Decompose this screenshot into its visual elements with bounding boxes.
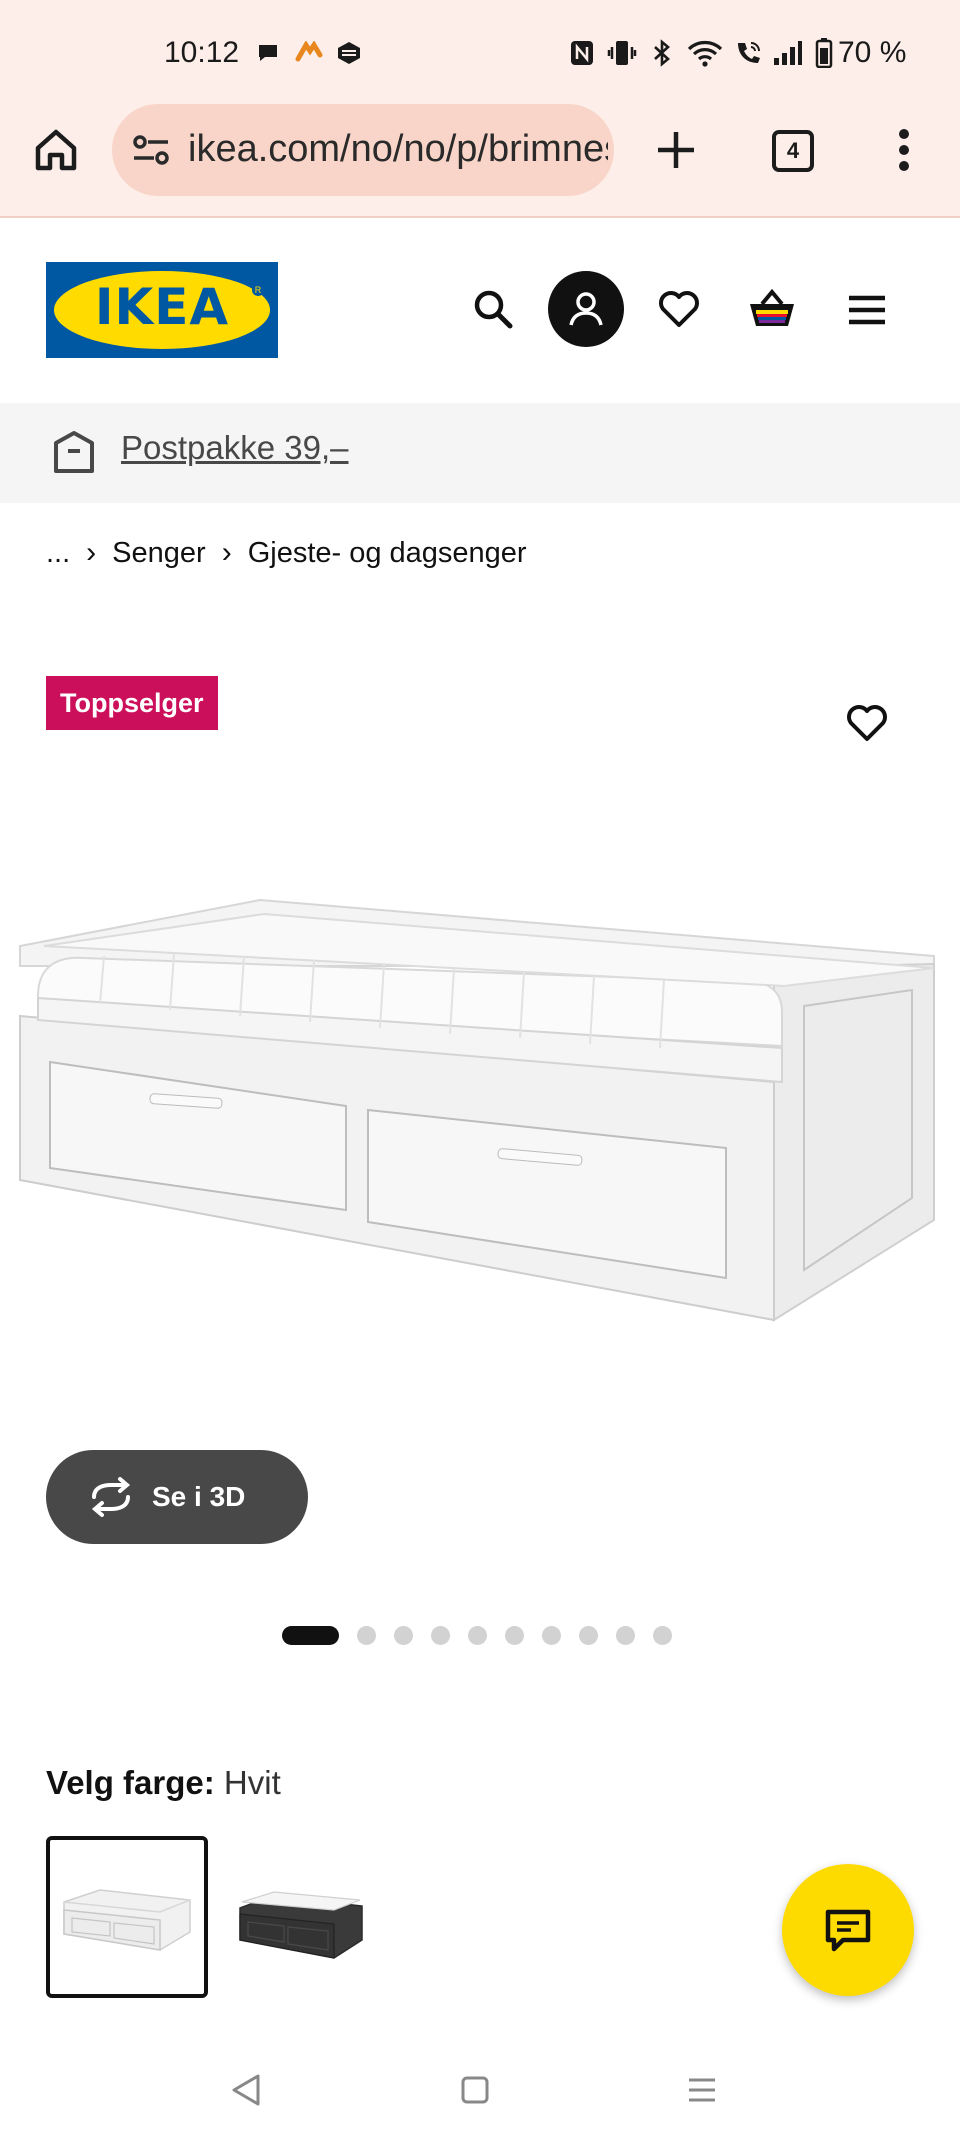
color-swatch-white[interactable]: [46, 1836, 208, 1998]
topseller-badge: Toppselger: [46, 676, 218, 730]
chat-bubble-icon: [254, 36, 282, 70]
bluetooth-icon: [648, 36, 676, 70]
view-3d-button[interactable]: Se i 3D: [46, 1450, 308, 1544]
vibrate-icon: [606, 36, 638, 70]
breadcrumb: ... › Senger › Gjeste- og dagsenger: [46, 536, 527, 570]
color-swatch-black[interactable]: [230, 1840, 376, 1998]
delivery-link[interactable]: Postpakke 39,–: [121, 429, 349, 467]
tabs-icon[interactable]: 4: [772, 130, 814, 172]
app-notification-icon: [334, 36, 364, 70]
color-label: Velg farge:: [46, 1764, 215, 1801]
carousel-dot[interactable]: [468, 1625, 487, 1645]
cart-icon[interactable]: [746, 284, 798, 336]
app-notification-icon: [292, 36, 326, 70]
product-image[interactable]: [14, 886, 946, 1326]
carousel-indicator: [282, 1624, 690, 1646]
breadcrumb-ellipsis[interactable]: ...: [46, 537, 70, 570]
signal-icon: [772, 36, 804, 70]
color-value: Hvit: [223, 1764, 281, 1801]
battery-percent: 70 %: [838, 36, 907, 69]
recents-icon[interactable]: [686, 2074, 718, 2106]
url-text[interactable]: ikea.com/no/no/p/brimnes-dagseng: [188, 128, 608, 171]
chat-button[interactable]: [782, 1864, 914, 1996]
chevron-right-icon: ›: [86, 536, 97, 569]
battery-icon: [812, 36, 836, 70]
carousel-dot[interactable]: [394, 1625, 413, 1645]
carousel-dot[interactable]: [357, 1625, 376, 1645]
color-selector-heading: Velg farge: Hvit: [46, 1764, 281, 1802]
nfc-icon: [568, 36, 596, 70]
menu-icon[interactable]: [846, 290, 888, 330]
carousel-dot-active[interactable]: [282, 1625, 339, 1645]
carousel-dot[interactable]: [579, 1625, 598, 1645]
profile-icon[interactable]: [548, 271, 624, 347]
carousel-dot[interactable]: [616, 1625, 635, 1645]
logo-text: IKEA: [94, 278, 230, 336]
rotate-3d-icon: [86, 1477, 136, 1517]
carousel-dot[interactable]: [505, 1625, 524, 1645]
carousel-dot[interactable]: [653, 1625, 672, 1645]
parcel-icon: [52, 429, 96, 477]
wishlist-icon[interactable]: [656, 286, 702, 332]
more-menu-icon[interactable]: [888, 126, 920, 174]
new-tab-icon[interactable]: [652, 126, 700, 174]
logo-registered-mark: R: [252, 284, 264, 296]
chat-icon: [823, 1907, 873, 1953]
home-icon[interactable]: [30, 124, 82, 176]
search-icon[interactable]: [470, 286, 516, 332]
site-settings-icon[interactable]: [130, 128, 174, 172]
wifi-icon: [686, 36, 724, 70]
favourite-icon[interactable]: [844, 700, 890, 746]
status-time: 10:12: [164, 36, 240, 69]
home-square-icon[interactable]: [460, 2074, 490, 2106]
system-nav-bar: [0, 2048, 960, 2144]
wifi-calling-icon: [732, 36, 764, 70]
address-bar[interactable]: ikea.com/no/no/p/brimnes-dagseng: [112, 104, 614, 196]
delivery-banner: Postpakke 39,–: [0, 403, 960, 503]
chevron-right-icon: ›: [221, 536, 232, 569]
browser-chrome: 10:12 70 % ikea.com/no/no/p/brimnes-dags…: [0, 0, 960, 218]
carousel-dot[interactable]: [431, 1625, 450, 1645]
breadcrumb-item[interactable]: Senger: [112, 537, 206, 570]
ikea-logo[interactable]: IKEA R: [46, 262, 278, 358]
back-icon[interactable]: [230, 2072, 262, 2108]
breadcrumb-item[interactable]: Gjeste- og dagsenger: [248, 537, 527, 570]
view-3d-label: Se i 3D: [152, 1481, 246, 1512]
carousel-dot[interactable]: [542, 1625, 561, 1645]
